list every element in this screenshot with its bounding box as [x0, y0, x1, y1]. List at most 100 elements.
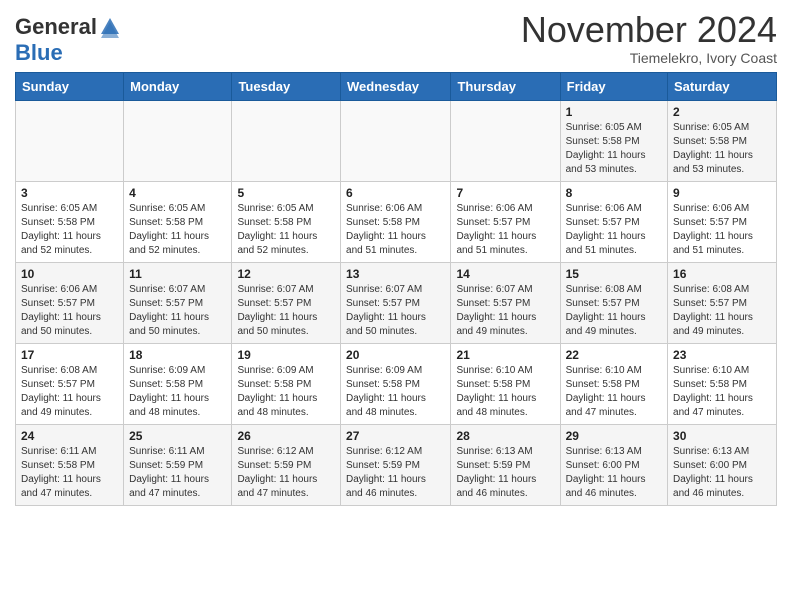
day-info: Sunrise: 6:10 AM Sunset: 5:58 PM Dayligh…: [673, 364, 771, 420]
day-number: 26: [237, 429, 335, 443]
day-info: Sunrise: 6:11 AM Sunset: 5:58 PM Dayligh…: [21, 445, 118, 501]
day-info: Sunrise: 6:10 AM Sunset: 5:58 PM Dayligh…: [456, 364, 554, 420]
day-info: Sunrise: 6:07 AM Sunset: 5:57 PM Dayligh…: [129, 283, 226, 339]
calendar-cell: [232, 101, 341, 182]
day-info: Sunrise: 6:07 AM Sunset: 5:57 PM Dayligh…: [237, 283, 335, 339]
day-number: 13: [346, 267, 445, 281]
day-number: 24: [21, 429, 118, 443]
day-number: 27: [346, 429, 445, 443]
day-info: Sunrise: 6:10 AM Sunset: 5:58 PM Dayligh…: [566, 364, 662, 420]
day-info: Sunrise: 6:13 AM Sunset: 6:00 PM Dayligh…: [566, 445, 662, 501]
day-number: 17: [21, 348, 118, 362]
calendar-cell: 24 Sunrise: 6:11 AM Sunset: 5:58 PM Dayli…: [16, 425, 124, 506]
calendar-cell: [16, 101, 124, 182]
day-info: Sunrise: 6:05 AM Sunset: 5:58 PM Dayligh…: [566, 121, 662, 177]
day-info: Sunrise: 6:06 AM Sunset: 5:57 PM Dayligh…: [456, 202, 554, 258]
logo-general-text: General: [15, 14, 97, 40]
calendar-cell: 25 Sunrise: 6:11 AM Sunset: 5:59 PM Dayli…: [124, 425, 232, 506]
weekday-header-friday: Friday: [560, 73, 667, 101]
calendar-cell: 29Sunrise: 6:13 AM Sunset: 6:00 PM Dayli…: [560, 425, 667, 506]
day-number: 18: [129, 348, 226, 362]
logo-blue-text: Blue: [15, 40, 63, 66]
calendar-cell: 19Sunrise: 6:09 AM Sunset: 5:58 PM Dayli…: [232, 344, 341, 425]
weekday-header-monday: Monday: [124, 73, 232, 101]
calendar-cell: 7 Sunrise: 6:06 AM Sunset: 5:57 PM Daylig…: [451, 182, 560, 263]
calendar-cell: 6 Sunrise: 6:06 AM Sunset: 5:58 PM Daylig…: [341, 182, 451, 263]
day-number: 10: [21, 267, 118, 281]
day-info: Sunrise: 6:08 AM Sunset: 5:57 PM Dayligh…: [21, 364, 118, 420]
calendar-cell: 8 Sunrise: 6:06 AM Sunset: 5:57 PM Daylig…: [560, 182, 667, 263]
day-number: 8: [566, 186, 662, 200]
day-number: 19: [237, 348, 335, 362]
day-info: Sunrise: 6:05 AM Sunset: 5:58 PM Dayligh…: [673, 121, 771, 177]
day-number: 22: [566, 348, 662, 362]
calendar-cell: 16Sunrise: 6:08 AM Sunset: 5:57 PM Dayli…: [668, 263, 777, 344]
calendar-cell: 3Sunrise: 6:05 AM Sunset: 5:58 PM Daylig…: [16, 182, 124, 263]
day-number: 12: [237, 267, 335, 281]
day-info: Sunrise: 6:12 AM Sunset: 5:59 PM Dayligh…: [237, 445, 335, 501]
weekday-header-saturday: Saturday: [668, 73, 777, 101]
day-number: 28: [456, 429, 554, 443]
calendar-cell: 27Sunrise: 6:12 AM Sunset: 5:59 PM Dayli…: [341, 425, 451, 506]
calendar-cell: 2 Sunrise: 6:05 AM Sunset: 5:58 PM Daylig…: [668, 101, 777, 182]
day-number: 5: [237, 186, 335, 200]
day-number: 15: [566, 267, 662, 281]
day-info: Sunrise: 6:07 AM Sunset: 5:57 PM Dayligh…: [456, 283, 554, 339]
day-info: Sunrise: 6:08 AM Sunset: 5:57 PM Dayligh…: [673, 283, 771, 339]
week-row-2: 3 Sunrise: 6:05 AM Sunset: 5:58 PM Daylig…: [16, 182, 777, 263]
day-number: 6: [346, 186, 445, 200]
weekday-header-thursday: Thursday: [451, 73, 560, 101]
calendar-cell: 12 Sunrise: 6:07 AM Sunset: 5:57 PM Dayli…: [232, 263, 341, 344]
location: Tiemelekro, Ivory Coast: [521, 50, 777, 66]
calendar-cell: 30 Sunrise: 6:13 AM Sunset: 6:00 PM Dayli…: [668, 425, 777, 506]
calendar-cell: 17 Sunrise: 6:08 AM Sunset: 5:57 PM Dayli…: [16, 344, 124, 425]
day-info: Sunrise: 6:06 AM Sunset: 5:58 PM Dayligh…: [346, 202, 445, 258]
day-info: Sunrise: 6:07 AM Sunset: 5:57 PM Dayligh…: [346, 283, 445, 339]
week-row-5: 24 Sunrise: 6:11 AM Sunset: 5:58 PM Dayli…: [16, 425, 777, 506]
day-number: 3: [21, 186, 118, 200]
day-number: 20: [346, 348, 445, 362]
day-number: 14: [456, 267, 554, 281]
day-number: 1: [566, 105, 662, 119]
day-number: 7: [456, 186, 554, 200]
weekday-header-sunday: Sunday: [16, 73, 124, 101]
calendar-cell: 5 Sunrise: 6:05 AM Sunset: 5:58 PM Daylig…: [232, 182, 341, 263]
calendar-cell: 22 Sunrise: 6:10 AM Sunset: 5:58 PM Dayli…: [560, 344, 667, 425]
calendar-cell: 15 Sunrise: 6:08 AM Sunset: 5:57 PM Dayli…: [560, 263, 667, 344]
calendar-cell: 21Sunrise: 6:10 AM Sunset: 5:58 PM Dayli…: [451, 344, 560, 425]
calendar-cell: 23 Sunrise: 6:10 AM Sunset: 5:58 PM Dayli…: [668, 344, 777, 425]
calendar: SundayMondayTuesdayWednesdayThursdayFrid…: [15, 72, 777, 506]
day-info: Sunrise: 6:09 AM Sunset: 5:58 PM Dayligh…: [346, 364, 445, 420]
week-row-4: 17 Sunrise: 6:08 AM Sunset: 5:57 PM Dayli…: [16, 344, 777, 425]
weekday-header-wednesday: Wednesday: [341, 73, 451, 101]
calendar-cell: 9 Sunrise: 6:06 AM Sunset: 5:57 PM Daylig…: [668, 182, 777, 263]
day-number: 2: [673, 105, 771, 119]
week-row-1: 1 Sunrise: 6:05 AM Sunset: 5:58 PM Daylig…: [16, 101, 777, 182]
title-area: November 2024 Tiemelekro, Ivory Coast: [521, 10, 777, 66]
day-info: Sunrise: 6:05 AM Sunset: 5:58 PM Dayligh…: [237, 202, 335, 258]
day-info: Sunrise: 6:06 AM Sunset: 5:57 PM Dayligh…: [21, 283, 118, 339]
calendar-cell: 18 Sunrise: 6:09 AM Sunset: 5:58 PM Dayli…: [124, 344, 232, 425]
day-number: 11: [129, 267, 226, 281]
day-info: Sunrise: 6:13 AM Sunset: 5:59 PM Dayligh…: [456, 445, 554, 501]
calendar-cell: 10 Sunrise: 6:06 AM Sunset: 5:57 PM Dayli…: [16, 263, 124, 344]
day-info: Sunrise: 6:08 AM Sunset: 5:57 PM Dayligh…: [566, 283, 662, 339]
day-info: Sunrise: 6:09 AM Sunset: 5:58 PM Dayligh…: [129, 364, 226, 420]
calendar-cell: 1 Sunrise: 6:05 AM Sunset: 5:58 PM Daylig…: [560, 101, 667, 182]
day-number: 30: [673, 429, 771, 443]
day-info: Sunrise: 6:06 AM Sunset: 5:57 PM Dayligh…: [673, 202, 771, 258]
weekday-header-tuesday: Tuesday: [232, 73, 341, 101]
logo-icon: [99, 16, 121, 38]
calendar-cell: 20 Sunrise: 6:09 AM Sunset: 5:58 PM Dayli…: [341, 344, 451, 425]
calendar-cell: 4Sunrise: 6:05 AM Sunset: 5:58 PM Daylig…: [124, 182, 232, 263]
day-info: Sunrise: 6:06 AM Sunset: 5:57 PM Dayligh…: [566, 202, 662, 258]
day-number: 9: [673, 186, 771, 200]
day-info: Sunrise: 6:05 AM Sunset: 5:58 PM Dayligh…: [129, 202, 226, 258]
calendar-cell: 26 Sunrise: 6:12 AM Sunset: 5:59 PM Dayli…: [232, 425, 341, 506]
day-number: 23: [673, 348, 771, 362]
day-info: Sunrise: 6:13 AM Sunset: 6:00 PM Dayligh…: [673, 445, 771, 501]
calendar-cell: [451, 101, 560, 182]
calendar-cell: 28 Sunrise: 6:13 AM Sunset: 5:59 PM Dayli…: [451, 425, 560, 506]
day-info: Sunrise: 6:11 AM Sunset: 5:59 PM Dayligh…: [129, 445, 226, 501]
day-number: 25: [129, 429, 226, 443]
